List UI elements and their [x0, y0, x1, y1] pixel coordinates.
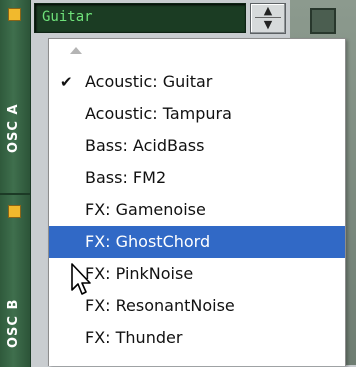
scroll-up-arrow-icon[interactable]: [70, 47, 82, 54]
menu-item-fx-ghostchord[interactable]: FX: GhostChord: [49, 226, 345, 258]
menu-item-acoustic-tampura[interactable]: Acoustic: Tampura: [49, 98, 345, 130]
osc-a-strip: OSC A: [0, 0, 31, 193]
menu-item-label: Bass: FM2: [85, 168, 167, 187]
osc-b-label: OSC B: [6, 298, 21, 348]
menu-item-fx-gamenoise[interactable]: FX: Gamenoise: [49, 194, 345, 226]
menu-item-label: FX: Thunder: [85, 328, 183, 347]
menu-item-bass-acidbass[interactable]: Bass: AcidBass: [49, 130, 345, 162]
checkmark-icon: ✔: [60, 73, 73, 91]
patch-selector-value: Guitar: [42, 9, 93, 25]
menu-item-label: Acoustic: Guitar: [85, 72, 213, 91]
menu-item-bass-fm2[interactable]: Bass: FM2: [49, 162, 345, 194]
menu-item-fx-thunder[interactable]: FX: Thunder: [49, 322, 345, 354]
stepper-up-icon[interactable]: ▲: [251, 4, 285, 17]
menu-item-label: FX: ResonantNoise: [85, 296, 235, 315]
patch-dropdown-menu[interactable]: ✔ Acoustic: Guitar Acoustic: Tampura Bas…: [48, 38, 346, 366]
patch-selector-display[interactable]: Guitar: [34, 3, 246, 33]
osc-b-led-indicator[interactable]: [8, 205, 21, 218]
osc-b-strip: OSC B: [0, 193, 31, 367]
panel-control[interactable]: [310, 8, 336, 34]
menu-item-label: FX: Gamenoise: [85, 200, 206, 219]
menu-item-label: Bass: AcidBass: [85, 136, 205, 155]
menu-item-label: FX: GhostChord: [85, 232, 211, 251]
osc-a-label: OSC A: [6, 103, 21, 153]
patch-stepper[interactable]: ▲ ▼: [250, 3, 286, 34]
osc-a-led-indicator[interactable]: [8, 8, 21, 21]
stepper-down-icon[interactable]: ▼: [251, 18, 285, 31]
mouse-pointer-icon: [71, 263, 91, 295]
menu-item-label: FX: PinkNoise: [85, 264, 194, 283]
menu-item-acoustic-guitar[interactable]: ✔ Acoustic: Guitar: [49, 66, 345, 98]
menu-item-label: Acoustic: Tampura: [85, 104, 232, 123]
